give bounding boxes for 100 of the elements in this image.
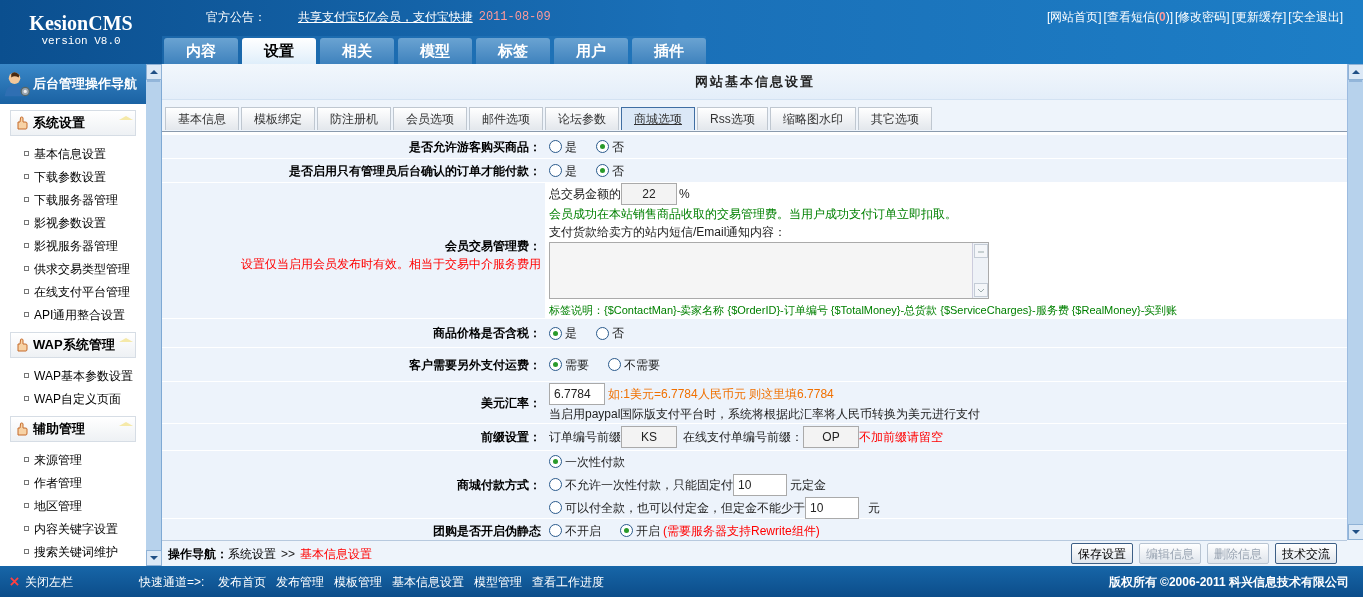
radio-button[interactable] [596,326,609,340]
radio-button[interactable] [549,455,562,468]
radio-button[interactable] [620,524,633,537]
sidebar-link[interactable]: 供求交易类型管理 [34,259,130,278]
option-label: 不需要 [624,356,660,374]
section-header[interactable]: WAP系统管理 [10,332,136,358]
help-text: 标签说明：{$ContactMan}-卖家名称 {$OrderID}-订单编号 {$TotalMoney}-总货款 {$ServiceCharges}-服务费 {$RealMoney}-实到账 [549,302,1179,318]
sidebar-link[interactable]: 搜索关键词维护 [34,542,118,561]
sidebar-link[interactable]: 作者管理 [34,473,82,492]
text-input[interactable]: 22 [621,183,677,205]
scroll-thumb[interactable] [1349,80,1362,82]
sidebar-link[interactable]: API通用整合设置 [34,305,126,324]
header-link[interactable]: [查看短信(0)] [1103,8,1173,26]
header-link[interactable]: [网站首页] [1046,8,1102,26]
option-label: 否 [612,162,624,180]
scroll-down-icon [974,282,988,297]
panel-title: 网站基本信息设置 [162,64,1347,100]
bullet-icon [24,312,29,317]
settings-tab[interactable]: 缩略图水印 [769,107,856,130]
settings-tab[interactable]: 邮件选项 [469,107,543,130]
option-label: 不允许一次性付款，只能固定付 [565,476,733,494]
sidebar-link[interactable]: 地区管理 [34,496,82,515]
field-label: 团购是否开启伪静态 [433,522,541,540]
notice-label: 官方公告： [206,9,267,26]
field-label: 商品价格是否含税： [433,325,541,342]
radio-button[interactable] [608,358,621,371]
option-label: 不开启 [565,522,601,540]
quick-link[interactable]: 发布管理 [276,572,325,591]
field-label: 商城付款方式： [457,476,541,494]
sidebar-link[interactable]: WAP基本参数设置 [34,366,133,385]
bullet-icon [24,289,29,294]
radio-button[interactable] [549,478,562,491]
bullet-icon [24,457,29,462]
option-label: 是 [565,138,577,156]
text-input[interactable]: 6.7784 [549,382,605,405]
bullet-icon [24,151,29,156]
settings-tab[interactable]: 模板绑定 [241,107,315,130]
radio-button[interactable] [549,326,562,340]
quick-link[interactable]: 模型管理 [474,572,523,591]
settings-tab[interactable]: 防注册机 [317,107,391,130]
header-link[interactable]: [安全退出] [1288,8,1343,26]
close-sidebar-link[interactable]: 关闭左栏 [25,572,139,591]
breadcrumb-link[interactable]: 系统设置 [228,544,276,563]
field-note: 设置仅当启用会员发布时有效。相当于交易中介服务费用 [241,255,541,273]
settings-tab[interactable]: 会员选项 [393,107,467,130]
sidebar-link[interactable]: 基本信息设置 [34,144,106,163]
quick-label: 快速通道=>: [139,573,205,591]
field-text: 总交易金额的 [549,186,621,203]
action-button[interactable]: 技术交流 [1275,543,1337,564]
quick-link[interactable]: 发布首页 [218,572,267,591]
help-text: 会员成功在本站销售商品收取的交易管理费。当用户成功支付订单立即扣取。 [549,206,958,223]
scrollbar[interactable] [146,64,162,566]
bullet-icon [24,503,29,508]
quick-link[interactable]: 查看工作进度 [532,572,605,591]
sidebar-link[interactable]: 在线支付平台管理 [34,282,130,301]
sidebar-link[interactable]: WAP自定义页面 [34,389,121,408]
scroll-down-icon [146,550,162,566]
bullet-icon [24,243,29,248]
copyright-text: 版权所有 ©2006-2011 科兴信息技术有限公司 [1108,573,1349,591]
hand-icon [16,422,28,436]
quick-link[interactable]: 基本信息设置 [392,572,465,591]
header-link[interactable]: [修改密码] [1175,8,1230,26]
settings-tab[interactable]: 基本信息 [165,107,239,130]
main-tab[interactable]: 设置 [242,38,316,64]
text-input[interactable]: 10 [805,496,859,519]
radio-button[interactable] [596,140,609,153]
scroll-thumb[interactable] [147,80,160,82]
settings-tab[interactable]: 商城选项 [621,107,695,130]
section-header[interactable]: 辅助管理 [10,416,136,442]
radio-button[interactable] [549,140,562,153]
field-note: (需要服务器支持Rewrite组件) [663,522,820,540]
sidebar-link[interactable]: 下载服务器管理 [34,190,118,209]
sidebar-link[interactable]: 内容关键字设置 [34,519,118,538]
radio-button[interactable] [549,164,562,177]
header-link[interactable]: [更新缓存] [1231,8,1287,26]
quick-link[interactable]: 模板管理 [334,572,383,591]
bullet-icon [24,197,29,202]
settings-tab[interactable]: 论坛参数 [545,107,619,130]
sidebar-link[interactable]: 影视参数设置 [34,213,106,232]
collapse-arrow-icon [119,420,133,428]
action-button[interactable]: 保存设置 [1071,543,1133,564]
scrollbar[interactable] [1347,64,1363,540]
sidebar-link[interactable]: 影视服务器管理 [34,236,118,255]
sidebar-link[interactable]: 来源管理 [34,450,82,469]
sidebar-link[interactable]: 下载参数设置 [34,167,106,186]
settings-tab[interactable]: 其它选项 [857,107,932,130]
breadcrumb-current[interactable]: 基本信息设置 [300,544,372,563]
radio-button[interactable] [549,501,562,514]
option-label: 可以付全款，也可以付定金，但定金不能少于 [565,499,805,517]
scroll-up-icon [1348,64,1363,80]
notice-link[interactable]: 共享支付宝5亿会员，支付宝快捷 [298,8,473,26]
radio-button[interactable] [549,358,562,371]
radio-button[interactable] [549,524,562,537]
text-input[interactable]: OP [803,426,859,448]
section-header[interactable]: 系统设置 [10,110,136,136]
radio-button[interactable] [596,164,609,177]
text-input[interactable]: KS [621,426,677,448]
field-label: 前缀设置： [481,429,541,446]
settings-tab[interactable]: Rss选项 [697,107,768,130]
text-input[interactable]: 10 [733,473,787,496]
